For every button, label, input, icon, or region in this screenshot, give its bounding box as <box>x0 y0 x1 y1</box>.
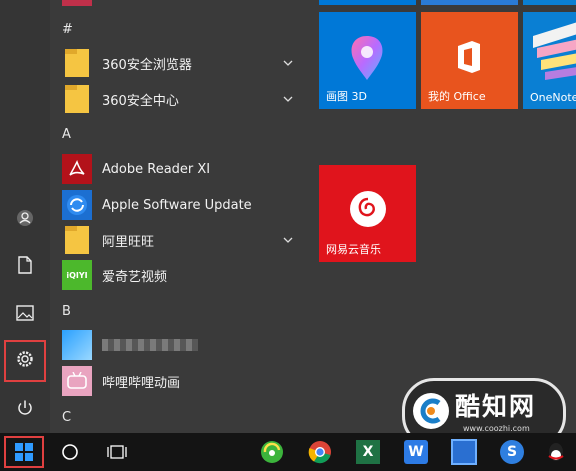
360-browser-icon <box>261 441 283 463</box>
cortana-circle-icon <box>62 444 78 460</box>
section-header-a[interactable]: A <box>62 127 71 142</box>
netease-music-icon <box>350 191 386 227</box>
taskbar-app-5[interactable] <box>448 436 480 468</box>
taskbar-qq[interactable] <box>540 436 572 468</box>
apple-update-icon <box>62 190 92 220</box>
taskbar-w-app[interactable]: W <box>400 436 432 468</box>
taskbar-360-browser[interactable] <box>256 436 288 468</box>
tile-label: 画图 3D <box>326 90 367 103</box>
excel-icon: X <box>356 440 380 464</box>
app-360-security[interactable]: 360安全中心 <box>62 84 302 114</box>
sogou-icon: S <box>500 440 524 464</box>
app-adobe-reader[interactable]: Adobe Reader XI <box>62 154 302 184</box>
documents-button[interactable] <box>0 247 50 287</box>
windows-icon <box>15 443 33 461</box>
app-bilibili[interactable]: 哔哩哔哩动画 <box>62 366 302 396</box>
watermark-name: 酷知网 <box>455 392 537 421</box>
blurred-app-label <box>102 339 198 351</box>
task-view-button[interactable] <box>101 436 133 468</box>
chevron-down-icon[interactable] <box>282 234 294 246</box>
office-icon <box>458 41 480 73</box>
app-label: 哔哩哔哩动画 <box>102 375 181 391</box>
taskbar: X W S <box>0 433 576 471</box>
taskbar-excel[interactable]: X <box>352 436 384 468</box>
app-list: # 360安全浏览器 360安全中心 A Adobe Reader XI App… <box>50 0 308 433</box>
adobe-reader-icon <box>62 154 92 184</box>
app-icon <box>451 439 477 465</box>
document-icon <box>17 256 33 278</box>
blurred-app-icon <box>62 330 92 360</box>
partial-tile <box>319 0 416 5</box>
tile-my-office[interactable]: 我的 Office <box>421 12 518 109</box>
app-label: Adobe Reader XI <box>102 161 211 177</box>
picture-icon <box>16 305 34 325</box>
app-label: 360安全中心 <box>102 93 179 109</box>
watermark-url: www.coozhi.com <box>463 424 530 433</box>
coozhi-logo-icon <box>413 393 449 429</box>
iqiyi-icon: iQIYI <box>62 260 92 290</box>
partial-tile <box>421 0 518 5</box>
partial-app-icon <box>62 0 92 6</box>
tile-paint-3d[interactable]: 画图 3D <box>319 12 416 109</box>
user-button[interactable] <box>0 200 50 240</box>
tile-label: 我的 Office <box>428 90 486 103</box>
folder-icon <box>62 48 92 78</box>
app-apple-software-update[interactable]: Apple Software Update <box>62 190 302 220</box>
gear-icon <box>15 349 35 373</box>
folder-icon <box>62 225 92 255</box>
folder-icon <box>62 84 92 114</box>
app-label: 360安全浏览器 <box>102 57 192 73</box>
start-button[interactable] <box>4 436 44 468</box>
section-header-b[interactable]: B <box>62 304 71 319</box>
bilibili-icon <box>62 366 92 396</box>
tile-label: OneNote <box>530 91 576 104</box>
tile-onenote[interactable]: OneNote <box>523 12 576 109</box>
power-icon <box>16 399 34 421</box>
chrome-icon <box>308 441 331 464</box>
app-blurred[interactable] <box>62 330 302 360</box>
section-header-c[interactable]: C <box>62 410 71 425</box>
app-label: 爱奇艺视频 <box>102 269 168 285</box>
start-menu-left-rail <box>0 0 50 433</box>
app-label: Apple Software Update <box>102 197 252 213</box>
app-360-browser[interactable]: 360安全浏览器 <box>62 48 302 78</box>
taskbar-chrome[interactable] <box>304 436 336 468</box>
app-iqiyi[interactable]: iQIYI 爱奇艺视频 <box>62 260 302 290</box>
app-label: 阿里旺旺 <box>102 234 155 250</box>
user-icon <box>16 209 34 231</box>
tiles-area: 画图 3D 我的 Office OneNote 网易云音乐 <box>308 0 576 433</box>
tile-netease-music[interactable]: 网易云音乐 <box>319 165 416 262</box>
w-app-icon: W <box>404 440 428 464</box>
power-button[interactable] <box>0 390 50 430</box>
onenote-icon <box>533 22 576 80</box>
search-button[interactable] <box>54 436 86 468</box>
qq-icon <box>548 443 564 461</box>
settings-button[interactable] <box>4 340 46 382</box>
section-header-hash[interactable]: # <box>62 22 73 37</box>
tile-label: 网易云音乐 <box>326 243 381 256</box>
pictures-button[interactable] <box>0 295 50 335</box>
app-aliwangwang[interactable]: 阿里旺旺 <box>62 225 302 255</box>
chevron-down-icon[interactable] <box>282 57 294 69</box>
paint3d-icon <box>351 36 383 80</box>
taskbar-sogou[interactable]: S <box>496 436 528 468</box>
chevron-down-icon[interactable] <box>282 93 294 105</box>
partial-tile <box>523 0 576 5</box>
task-view-icon <box>107 445 127 459</box>
